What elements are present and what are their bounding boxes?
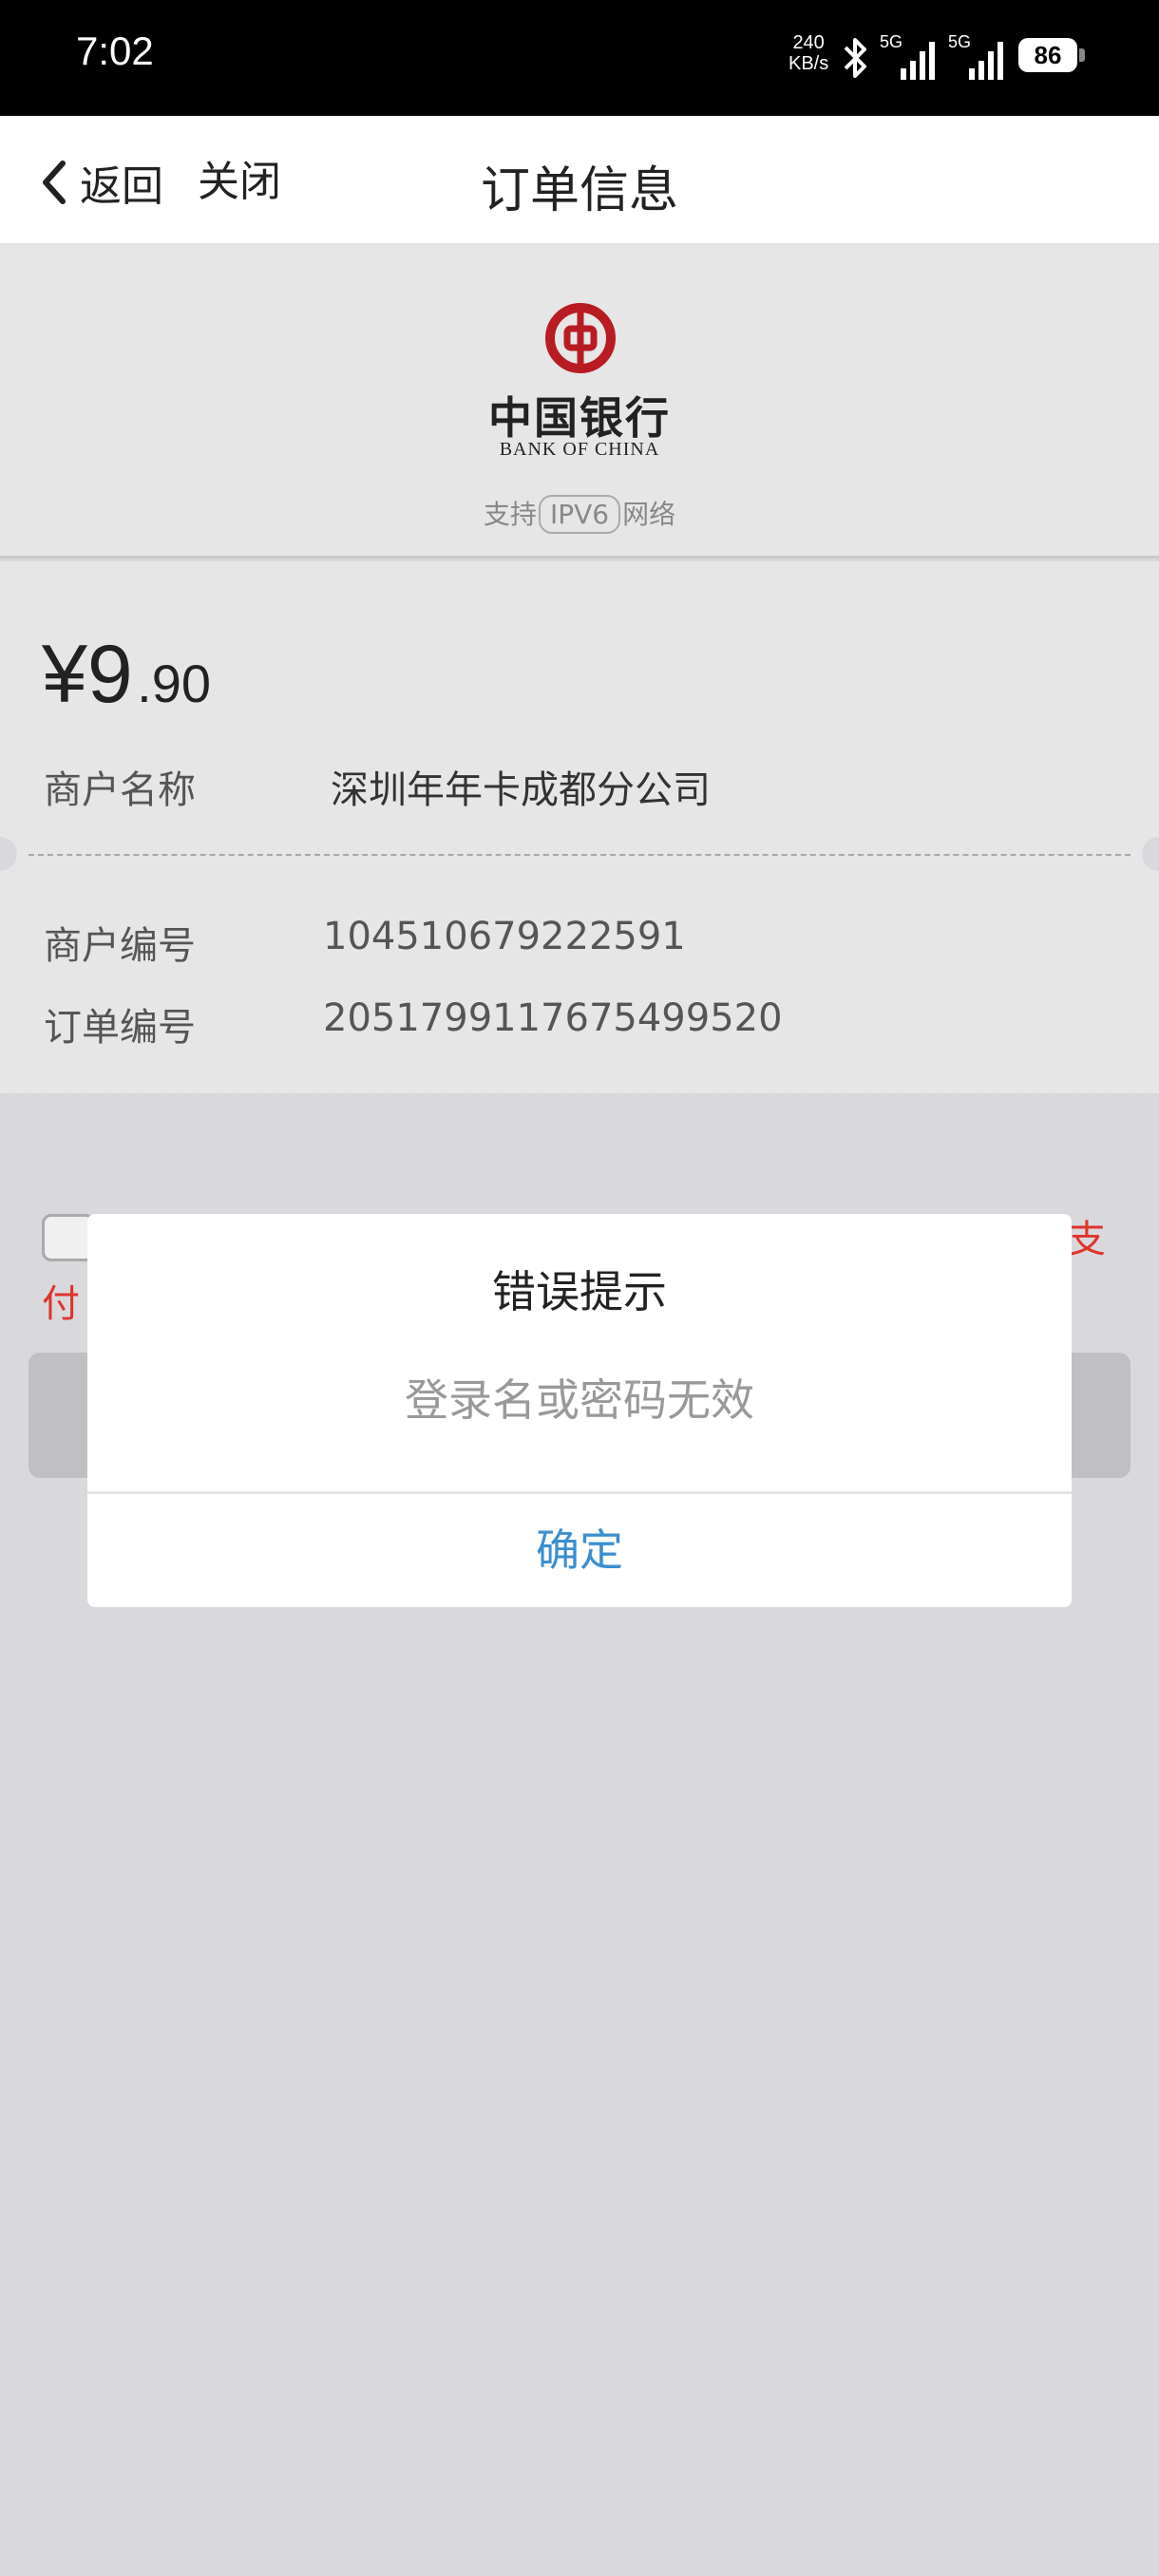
ipv6-support: 支持 IPV6 网络	[0, 494, 1159, 534]
bank-header: 中国银行 BANK OF CHINA 支持 IPV6 网络	[0, 245, 1159, 559]
confirm-button[interactable]: 确定	[87, 1494, 1072, 1607]
network-speed-unit: KB/s	[788, 53, 829, 74]
currency-symbol: ¥	[42, 629, 87, 720]
battery-icon: 86	[1018, 38, 1077, 72]
signal-sim2-icon: 5G	[948, 32, 1007, 80]
error-dialog: 错误提示 登录名或密码无效 确定	[87, 1214, 1072, 1607]
page-title: 订单信息	[480, 162, 678, 219]
merchant-id-value: 104510679222591	[323, 915, 686, 958]
order-id-row: 订单编号 2051799117675499520	[44, 996, 783, 1051]
amount-decimal: .90	[137, 653, 211, 713]
order-amount: ¥9 .90	[42, 628, 211, 722]
agreement-text-fragment: 支	[1068, 1218, 1106, 1261]
sim2-label: 5G	[948, 32, 972, 51]
merchant-name-row: 商户名称 深圳年年卡成都分公司	[44, 759, 711, 814]
ipv6-prefix: 支持	[483, 499, 537, 530]
ipv6-suffix: 网络	[622, 499, 676, 530]
network-speed: 240 KB/s	[788, 32, 828, 74]
ticket-notch-right	[1142, 837, 1159, 871]
order-id-label: 订单编号	[44, 1006, 196, 1050]
merchant-name-value: 深圳年年卡成都分公司	[331, 768, 711, 812]
bank-name-cn: 中国银行	[488, 392, 671, 444]
merchant-id-row: 商户编号 104510679222591	[44, 915, 686, 970]
ipv6-badge: IPV6	[538, 495, 621, 534]
signal-sim1-icon: 5G	[880, 32, 939, 80]
nav-bar: 返回 关闭 订单信息	[0, 116, 1159, 245]
bank-of-china-logo	[545, 303, 616, 373]
dialog-title: 错误提示	[492, 1266, 667, 1317]
order-id-value: 2051799117675499520	[323, 996, 783, 1040]
status-time: 7:02	[76, 28, 154, 73]
ticket-scallop-edge	[0, 1088, 1159, 1101]
sim1-label: 5G	[880, 32, 903, 51]
status-bar: 7:02 240 KB/s 5G 5G 86	[0, 0, 1159, 116]
merchant-name-label: 商户名称	[44, 768, 196, 812]
bluetooth-icon	[844, 38, 866, 78]
network-speed-value: 240	[792, 32, 825, 53]
battery-tip	[1079, 48, 1085, 62]
bank-name-en: BANK OF CHINA	[499, 439, 660, 460]
dashed-divider	[28, 854, 1130, 856]
amount-integer: 9	[86, 629, 133, 720]
ticket-notch-left	[0, 837, 17, 871]
order-info: ¥9 .90 商户名称 深圳年年卡成都分公司 商户编号 104510679222…	[0, 561, 1159, 1093]
dialog-message: 登录名或密码无效	[405, 1374, 754, 1426]
merchant-id-label: 商户编号	[44, 924, 196, 968]
agreement-text-fragment: 付	[42, 1282, 80, 1326]
